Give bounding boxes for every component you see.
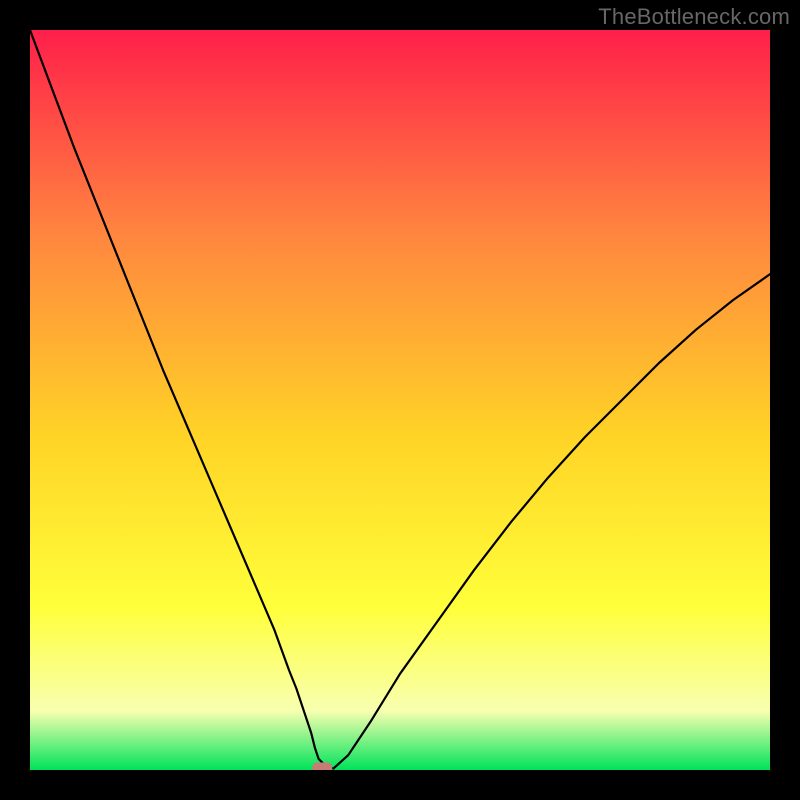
optimal-point-marker	[312, 763, 332, 770]
watermark-label: TheBottleneck.com	[598, 4, 790, 30]
plot-background	[30, 30, 770, 770]
bottleneck-chart	[30, 30, 770, 770]
chart-frame: TheBottleneck.com	[0, 0, 800, 800]
